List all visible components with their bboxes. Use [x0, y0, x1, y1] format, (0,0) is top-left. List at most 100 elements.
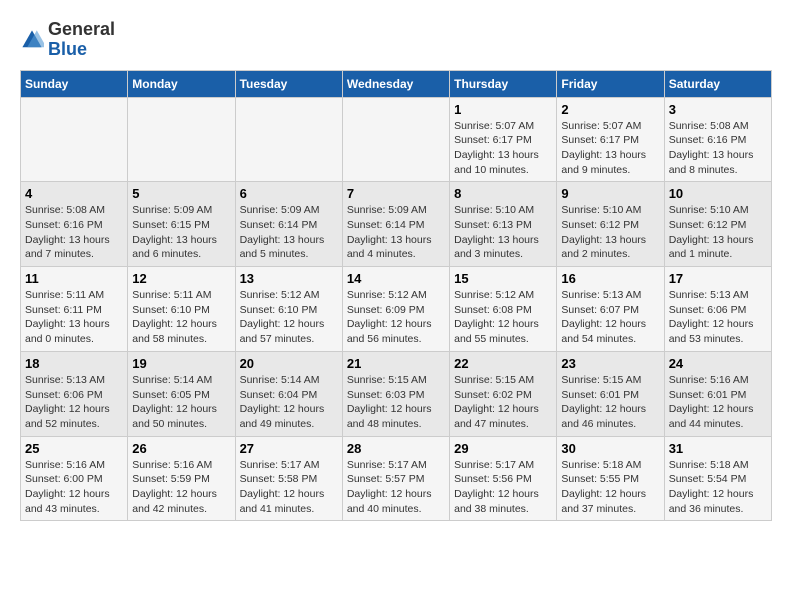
day-number: 15	[454, 271, 552, 286]
day-info: Sunrise: 5:10 AMSunset: 6:12 PMDaylight:…	[669, 203, 767, 262]
day-number: 1	[454, 102, 552, 117]
day-cell: 22 Sunrise: 5:15 AMSunset: 6:02 PMDayligh…	[450, 351, 557, 436]
header-cell-thursday: Thursday	[450, 70, 557, 97]
day-number: 13	[240, 271, 338, 286]
day-number: 3	[669, 102, 767, 117]
day-info: Sunrise: 5:13 AMSunset: 6:07 PMDaylight:…	[561, 288, 659, 347]
day-info: Sunrise: 5:17 AMSunset: 5:57 PMDaylight:…	[347, 458, 445, 517]
day-cell	[128, 97, 235, 182]
day-number: 29	[454, 441, 552, 456]
day-number: 28	[347, 441, 445, 456]
day-info: Sunrise: 5:09 AMSunset: 6:15 PMDaylight:…	[132, 203, 230, 262]
day-info: Sunrise: 5:12 AMSunset: 6:09 PMDaylight:…	[347, 288, 445, 347]
day-cell: 9 Sunrise: 5:10 AMSunset: 6:12 PMDaylight…	[557, 182, 664, 267]
day-number: 25	[25, 441, 123, 456]
day-cell: 11Sunrise: 5:11 AMSunset: 6:11 PMDayligh…	[21, 267, 128, 352]
day-number: 10	[669, 186, 767, 201]
day-number: 16	[561, 271, 659, 286]
day-cell: 8 Sunrise: 5:10 AMSunset: 6:13 PMDaylight…	[450, 182, 557, 267]
day-info: Sunrise: 5:16 AMSunset: 6:00 PMDaylight:…	[25, 458, 123, 517]
day-info: Sunrise: 5:14 AMSunset: 6:05 PMDaylight:…	[132, 373, 230, 432]
page-header: General Blue	[20, 20, 772, 60]
day-cell: 3 Sunrise: 5:08 AMSunset: 6:16 PMDaylight…	[664, 97, 771, 182]
day-cell	[342, 97, 449, 182]
day-number: 14	[347, 271, 445, 286]
day-number: 18	[25, 356, 123, 371]
day-info: Sunrise: 5:16 AMSunset: 5:59 PMDaylight:…	[132, 458, 230, 517]
day-cell: 31 Sunrise: 5:18 AMSunset: 5:54 PMDayligh…	[664, 436, 771, 521]
day-cell: 7 Sunrise: 5:09 AMSunset: 6:14 PMDaylight…	[342, 182, 449, 267]
day-cell	[235, 97, 342, 182]
day-info: Sunrise: 5:15 AMSunset: 6:02 PMDaylight:…	[454, 373, 552, 432]
day-info: Sunrise: 5:12 AMSunset: 6:10 PMDaylight:…	[240, 288, 338, 347]
day-number: 5	[132, 186, 230, 201]
day-cell: 23 Sunrise: 5:15 AMSunset: 6:01 PMDayligh…	[557, 351, 664, 436]
day-info: Sunrise: 5:15 AMSunset: 6:01 PMDaylight:…	[561, 373, 659, 432]
day-cell: 10 Sunrise: 5:10 AMSunset: 6:12 PMDayligh…	[664, 182, 771, 267]
day-number: 17	[669, 271, 767, 286]
day-info: Sunrise: 5:18 AMSunset: 5:54 PMDaylight:…	[669, 458, 767, 517]
day-cell: 24Sunrise: 5:16 AMSunset: 6:01 PMDayligh…	[664, 351, 771, 436]
day-info: Sunrise: 5:07 AMSunset: 6:17 PMDaylight:…	[561, 119, 659, 178]
day-number: 9	[561, 186, 659, 201]
day-number: 30	[561, 441, 659, 456]
day-number: 27	[240, 441, 338, 456]
day-cell: 15 Sunrise: 5:12 AMSunset: 6:08 PMDayligh…	[450, 267, 557, 352]
logo: General Blue	[20, 20, 115, 60]
header-cell-sunday: Sunday	[21, 70, 128, 97]
day-info: Sunrise: 5:13 AMSunset: 6:06 PMDaylight:…	[669, 288, 767, 347]
day-info: Sunrise: 5:09 AMSunset: 6:14 PMDaylight:…	[240, 203, 338, 262]
header-cell-tuesday: Tuesday	[235, 70, 342, 97]
day-info: Sunrise: 5:10 AMSunset: 6:12 PMDaylight:…	[561, 203, 659, 262]
day-number: 22	[454, 356, 552, 371]
day-info: Sunrise: 5:11 AMSunset: 6:10 PMDaylight:…	[132, 288, 230, 347]
day-cell: 26Sunrise: 5:16 AMSunset: 5:59 PMDayligh…	[128, 436, 235, 521]
day-cell	[21, 97, 128, 182]
day-info: Sunrise: 5:17 AMSunset: 5:58 PMDaylight:…	[240, 458, 338, 517]
day-cell: 13 Sunrise: 5:12 AMSunset: 6:10 PMDayligh…	[235, 267, 342, 352]
day-cell: 4Sunrise: 5:08 AMSunset: 6:16 PMDaylight…	[21, 182, 128, 267]
day-number: 31	[669, 441, 767, 456]
header-cell-monday: Monday	[128, 70, 235, 97]
logo-text: General Blue	[48, 20, 115, 60]
day-info: Sunrise: 5:12 AMSunset: 6:08 PMDaylight:…	[454, 288, 552, 347]
day-cell: 14 Sunrise: 5:12 AMSunset: 6:09 PMDayligh…	[342, 267, 449, 352]
day-info: Sunrise: 5:07 AMSunset: 6:17 PMDaylight:…	[454, 119, 552, 178]
day-number: 6	[240, 186, 338, 201]
day-cell: 21 Sunrise: 5:15 AMSunset: 6:03 PMDayligh…	[342, 351, 449, 436]
day-number: 7	[347, 186, 445, 201]
day-number: 12	[132, 271, 230, 286]
day-number: 21	[347, 356, 445, 371]
day-cell: 16 Sunrise: 5:13 AMSunset: 6:07 PMDayligh…	[557, 267, 664, 352]
day-cell: 5 Sunrise: 5:09 AMSunset: 6:15 PMDaylight…	[128, 182, 235, 267]
calendar-table: SundayMondayTuesdayWednesdayThursdayFrid…	[20, 70, 772, 522]
day-info: Sunrise: 5:13 AMSunset: 6:06 PMDaylight:…	[25, 373, 123, 432]
day-info: Sunrise: 5:16 AMSunset: 6:01 PMDaylight:…	[669, 373, 767, 432]
header-row: SundayMondayTuesdayWednesdayThursdayFrid…	[21, 70, 772, 97]
day-number: 23	[561, 356, 659, 371]
day-number: 8	[454, 186, 552, 201]
day-cell: 18 Sunrise: 5:13 AMSunset: 6:06 PMDayligh…	[21, 351, 128, 436]
day-info: Sunrise: 5:15 AMSunset: 6:03 PMDaylight:…	[347, 373, 445, 432]
day-info: Sunrise: 5:08 AMSunset: 6:16 PMDaylight:…	[25, 203, 123, 262]
day-cell: 25 Sunrise: 5:16 AMSunset: 6:00 PMDayligh…	[21, 436, 128, 521]
week-row-5: 25 Sunrise: 5:16 AMSunset: 6:00 PMDayligh…	[21, 436, 772, 521]
day-cell: 20Sunrise: 5:14 AMSunset: 6:04 PMDayligh…	[235, 351, 342, 436]
header-cell-wednesday: Wednesday	[342, 70, 449, 97]
day-cell: 6 Sunrise: 5:09 AMSunset: 6:14 PMDaylight…	[235, 182, 342, 267]
day-info: Sunrise: 5:08 AMSunset: 6:16 PMDaylight:…	[669, 119, 767, 178]
logo-icon	[20, 28, 44, 52]
day-number: 19	[132, 356, 230, 371]
day-cell: 17 Sunrise: 5:13 AMSunset: 6:06 PMDayligh…	[664, 267, 771, 352]
day-cell: 2 Sunrise: 5:07 AMSunset: 6:17 PMDaylight…	[557, 97, 664, 182]
day-info: Sunrise: 5:14 AMSunset: 6:04 PMDaylight:…	[240, 373, 338, 432]
week-row-3: 11Sunrise: 5:11 AMSunset: 6:11 PMDayligh…	[21, 267, 772, 352]
day-info: Sunrise: 5:10 AMSunset: 6:13 PMDaylight:…	[454, 203, 552, 262]
week-row-1: 1 Sunrise: 5:07 AMSunset: 6:17 PMDaylight…	[21, 97, 772, 182]
header-cell-friday: Friday	[557, 70, 664, 97]
day-info: Sunrise: 5:17 AMSunset: 5:56 PMDaylight:…	[454, 458, 552, 517]
week-row-2: 4Sunrise: 5:08 AMSunset: 6:16 PMDaylight…	[21, 182, 772, 267]
day-info: Sunrise: 5:18 AMSunset: 5:55 PMDaylight:…	[561, 458, 659, 517]
day-number: 2	[561, 102, 659, 117]
day-info: Sunrise: 5:09 AMSunset: 6:14 PMDaylight:…	[347, 203, 445, 262]
